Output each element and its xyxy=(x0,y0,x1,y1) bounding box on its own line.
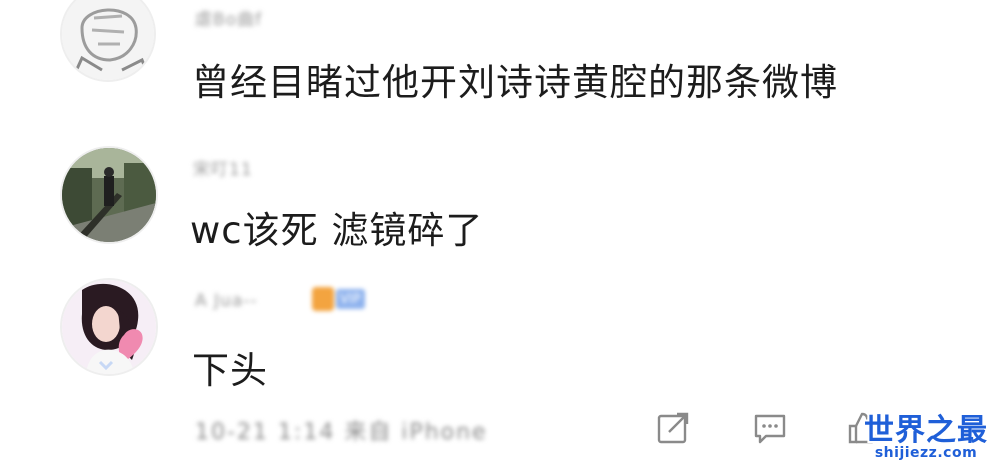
vip-badge: VIP xyxy=(312,287,365,311)
avatar[interactable] xyxy=(60,278,158,376)
comment-footer: 10-21 1:14 来自 iPhone xyxy=(0,400,1000,460)
site-watermark: 世界之最 shijiezz.com xyxy=(860,405,992,465)
comment-text: 曾经目睹过他开刘诗诗黄腔的那条微博 xyxy=(192,61,838,104)
watermark-url: shijiezz.com xyxy=(874,445,978,461)
watermark-title: 世界之最 xyxy=(864,413,988,448)
bridge-photo-avatar-image xyxy=(62,148,156,242)
username[interactable]: 宋叮11 xyxy=(193,156,253,180)
post-meta: 10-21 1:14 来自 iPhone xyxy=(195,420,488,445)
sketch-avatar-image xyxy=(62,0,154,80)
share-icon[interactable] xyxy=(655,410,691,446)
badge-icon xyxy=(312,287,334,311)
comment-item: 宋叮11 wc该死 滤镜碎了 xyxy=(0,140,1000,252)
comment-text: wc该死 滤镜碎了 xyxy=(190,209,484,252)
avatar[interactable] xyxy=(60,0,156,82)
illustrated-girl-avatar-image xyxy=(62,280,156,374)
comment-item: A Jua-- VIP 下头 xyxy=(0,270,1000,392)
comment-item: 虐Bo曲f 曾经目睹过他开刘诗诗黄腔的那条微博 xyxy=(0,0,1000,120)
comment-text: 下头 xyxy=(192,349,268,392)
badge-label: VIP xyxy=(336,289,365,309)
username[interactable]: 虐Bo曲f xyxy=(195,6,262,30)
comment-icon[interactable] xyxy=(752,410,788,446)
avatar[interactable] xyxy=(60,146,158,244)
username[interactable]: A Jua-- xyxy=(195,290,258,312)
